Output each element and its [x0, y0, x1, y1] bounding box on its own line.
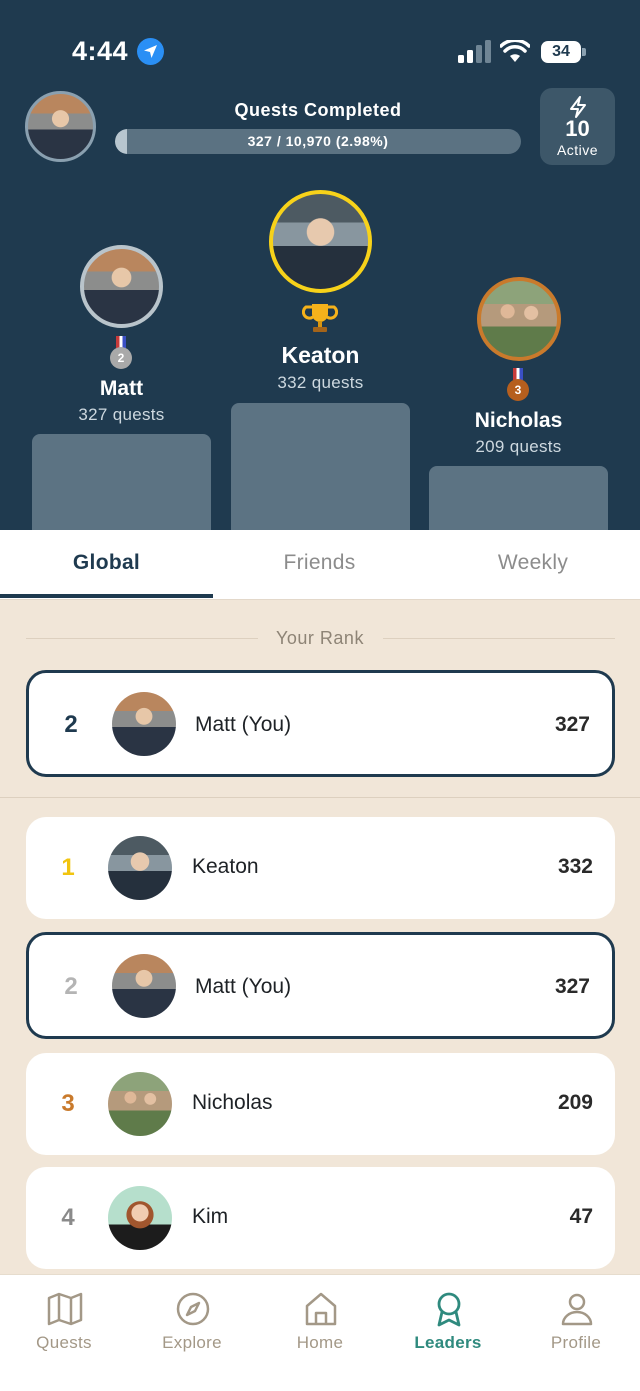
divider: [0, 797, 640, 798]
nav-label: Home: [296, 1333, 344, 1352]
silver-medal-icon: 2: [110, 347, 132, 369]
leaderboard-tabs: Global Friends Weekly: [0, 530, 640, 600]
podium-second-name: Matt: [99, 377, 144, 400]
avatar: [112, 954, 176, 1018]
podium-third-quests: 209 quests: [475, 437, 562, 456]
home-icon: [305, 1292, 337, 1326]
tab-global[interactable]: Global: [0, 530, 213, 600]
status-time: 4:44: [72, 36, 129, 66]
signal-icon: [458, 40, 491, 63]
active-quests-button[interactable]: 10 Active: [540, 88, 615, 165]
nav-label: Profile: [550, 1333, 602, 1352]
leaderboard-header: 4:44 34 Quests Completed 327 / 10,970 (2…: [0, 0, 640, 530]
row-rank: 4: [61, 1204, 75, 1231]
podium-first-quests: 332 quests: [277, 373, 364, 392]
row-name: Kim: [192, 1205, 229, 1228]
nav-profile[interactable]: Profile: [512, 1275, 640, 1365]
podium-second-avatar[interactable]: [80, 245, 163, 328]
active-label: Active: [556, 142, 599, 158]
nav-explore[interactable]: Explore: [128, 1275, 256, 1365]
bottom-nav: Quests Explore Home Leaders Profile: [0, 1274, 640, 1391]
tab-weekly[interactable]: Weekly: [426, 530, 640, 600]
podium-first-block: [231, 403, 410, 530]
quests-progress-text: 327 / 10,970 (2.98%): [247, 133, 389, 149]
nav-home[interactable]: Home: [256, 1275, 384, 1365]
row-rank: 1: [61, 854, 75, 881]
map-icon: [47, 1292, 83, 1326]
battery-icon: 34: [541, 41, 581, 63]
row-score: 327: [554, 975, 590, 998]
row-name: Keaton: [192, 855, 259, 878]
podium-first-avatar[interactable]: [269, 190, 372, 293]
row-score: 47: [569, 1205, 593, 1228]
nav-leaders[interactable]: Leaders: [384, 1275, 512, 1365]
row-rank: 3: [61, 1090, 75, 1117]
avatar: [108, 836, 172, 900]
podium-third-avatar[interactable]: [477, 277, 561, 361]
podium-third-name: Nicholas: [474, 409, 563, 432]
avatar: [108, 1186, 172, 1250]
row-score: 209: [557, 1091, 593, 1114]
award-icon: [437, 1292, 461, 1327]
active-count: 10: [565, 116, 590, 141]
podium-second-block: [32, 434, 211, 530]
user-icon: [561, 1293, 593, 1326]
table-row[interactable]: 2 Matt (You) 327: [26, 932, 615, 1039]
quests-completed-label: Quests Completed: [234, 100, 402, 120]
nav-label: Leaders: [414, 1333, 482, 1352]
your-rank-number: 2: [64, 711, 78, 738]
bronze-medal-icon: 3: [507, 379, 529, 401]
bolt-icon: [570, 96, 586, 118]
your-rank-label: Your Rank: [276, 628, 364, 648]
podium-first-name: Keaton: [281, 342, 360, 368]
location-icon: [137, 38, 164, 65]
row-name: Matt (You): [195, 975, 292, 998]
table-row[interactable]: 3 Nicholas 209: [26, 1053, 615, 1155]
row-rank: 2: [64, 973, 78, 1000]
avatar: [108, 1072, 172, 1136]
row-score: 332: [557, 855, 593, 878]
battery-level: 34: [552, 43, 570, 60]
battery-tip: [582, 48, 586, 56]
your-rank-score: 327: [554, 713, 590, 736]
your-rank-card[interactable]: 2 Matt (You) 327: [26, 670, 615, 777]
trophy-icon: [302, 304, 338, 332]
tab-friends[interactable]: Friends: [213, 530, 426, 600]
active-tab-indicator: [0, 594, 213, 598]
compass-icon: [176, 1292, 210, 1326]
nav-label: Quests: [36, 1333, 92, 1352]
table-row[interactable]: 1 Keaton 332: [26, 817, 615, 919]
podium-second-quests: 327 quests: [78, 405, 165, 424]
nav-quests[interactable]: Quests: [0, 1275, 128, 1365]
nav-label: Explore: [162, 1333, 222, 1352]
quests-progress-bar: 327 / 10,970 (2.98%): [115, 129, 521, 154]
row-name: Nicholas: [192, 1091, 273, 1114]
avatar: [112, 692, 176, 756]
your-rank-name: Matt (You): [195, 713, 292, 736]
table-row[interactable]: 4 Kim 47: [26, 1167, 615, 1269]
podium-third-block: [429, 466, 608, 530]
wifi-icon: [500, 40, 530, 62]
my-avatar[interactable]: [25, 91, 96, 162]
